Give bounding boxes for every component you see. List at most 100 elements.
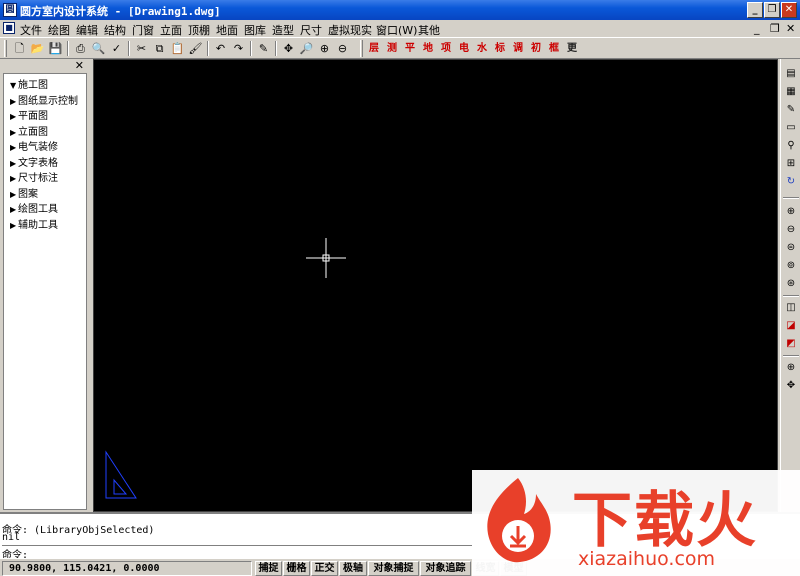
watermark-overlay: 下载火 xiazaihuo.com [472,470,800,576]
triangle-right-icon: ▶ [10,112,17,121]
minimize-button[interactable]: _ [747,2,763,18]
undo-icon[interactable]: ↶ [212,40,229,57]
menu-elevation[interactable]: 立面 [160,22,182,38]
print-preview-icon[interactable]: 🔍 [90,40,107,57]
triangle-right-icon: ▶ [10,97,17,106]
electric-tool-button[interactable]: 电 [459,40,473,57]
menu-dimension[interactable]: 尺寸 [300,22,322,38]
mdi-restore-button[interactable]: ❐ [770,22,780,35]
paste-icon[interactable]: 📋 [169,40,186,57]
menu-library[interactable]: 图库 [244,22,266,38]
copy-icon[interactable]: ⧉ [151,40,168,57]
toolbar-separator [783,295,799,297]
zoom-previous-icon[interactable]: ⊖ [334,40,351,57]
water-tool-button[interactable]: 水 [477,40,491,57]
pan-icon[interactable]: ✥ [280,40,297,57]
canvas-overlay [105,238,346,499]
menu-modeling[interactable]: 造型 [272,22,294,38]
viewport-icon[interactable]: ◫ [784,301,798,315]
adjust-tool-button[interactable]: 调 [513,40,527,57]
new-file-icon[interactable]: 🗋 [11,40,28,57]
panel-close-icon[interactable]: ✕ [75,59,84,72]
tree-item-pattern[interactable]: ▶ 图案 [10,185,38,200]
floor-tool-button[interactable]: 地 [423,40,437,57]
ucs-icon [105,450,137,499]
layer-manager-icon[interactable]: ▦ [784,85,798,99]
menu-structure[interactable]: 结构 [104,22,126,38]
zoom-dynamic-icon[interactable]: ⊛ [784,277,798,291]
drawing-canvas[interactable] [93,59,778,512]
menu-other[interactable]: 其他 [418,22,440,38]
menu-draw[interactable]: 绘图 [48,22,70,38]
snap-toggle[interactable]: 捕捉 [255,561,282,576]
osnap-toggle[interactable]: 对象捕捉 [368,561,419,576]
zoom-window-icon[interactable]: ⊕ [316,40,333,57]
layer-tool-button[interactable]: 层 [369,40,383,57]
open-folder-icon[interactable]: 📂 [29,40,46,57]
menu-file[interactable]: 文件 [20,22,42,38]
view-back-icon[interactable]: ◩ [784,337,798,351]
view-front-icon[interactable]: ◪ [784,319,798,333]
document-icon[interactable]: ■ [3,22,15,34]
ortho-toggle[interactable]: 正交 [311,561,338,576]
label-tool-button[interactable]: 标 [495,40,509,57]
zoom-extents-icon[interactable]: ⊚ [784,259,798,273]
coordinate-readout[interactable]: 90.9800, 115.0421, 0.0000 [2,561,252,576]
zoom-all-icon[interactable]: ⊜ [784,241,798,255]
redo-icon[interactable]: ↷ [230,40,247,57]
tree-item-text-table[interactable]: ▶ 文字表格 [10,154,58,169]
mdi-minimize-button[interactable]: _ [754,22,760,35]
app-icon[interactable]: 圆 [3,3,17,17]
menu-window[interactable]: 窗口(W) [376,22,417,38]
pen-icon[interactable]: ✎ [784,103,798,117]
tree-item-elevation[interactable]: ▶ 立面图 [10,123,48,138]
tree-item-draw-tools[interactable]: ▶ 绘图工具 [10,200,58,215]
spell-check-icon[interactable]: ✓ [108,40,125,57]
menu-virtual-reality[interactable]: 虚拟现实 [328,22,372,38]
view-icon[interactable]: ▭ [784,121,798,135]
toolbar-grip[interactable] [4,40,7,57]
pencil-icon[interactable]: ✎ [255,40,272,57]
menu-floor[interactable]: 地面 [216,22,238,38]
ceiling-tool-button[interactable]: 项 [441,40,455,57]
save-icon[interactable]: 💾 [47,40,64,57]
find-icon[interactable]: ⚲ [784,139,798,153]
tree-item-aux-tools[interactable]: ▶ 辅助工具 [10,216,58,231]
tree-item-plan[interactable]: ▶ 平面图 [10,107,48,122]
zoom-window-icon[interactable]: ⊕ [784,361,798,375]
polar-toggle[interactable]: 极轴 [339,561,367,576]
menu-doors-windows[interactable]: 门窗 [132,22,154,38]
refresh-icon[interactable]: ↻ [784,175,798,189]
zoom-in-icon[interactable]: ⊕ [784,205,798,219]
pan-icon[interactable]: ✥ [784,379,798,393]
properties-icon[interactable]: ▤ [784,67,798,81]
window-title: 圆方室内设计系统 - [Drawing1.dwg] [20,5,221,18]
close-button[interactable]: ✕ [781,2,797,18]
plan-tool-button[interactable]: 平 [405,40,419,57]
grid-toggle[interactable]: 栅格 [283,561,310,576]
tree-item-drawing-display[interactable]: ▶ 图纸显示控制 [10,92,78,107]
menu-edit[interactable]: 编辑 [76,22,98,38]
tree-item-construction[interactable]: ▼ 施工图 [10,76,48,91]
survey-tool-button[interactable]: 测 [387,40,401,57]
tree-item-dimension[interactable]: ▶ 尺寸标注 [10,169,58,184]
init-tool-button[interactable]: 初 [531,40,545,57]
zoom-out-icon[interactable]: ⊖ [784,223,798,237]
triangle-right-icon: ▶ [10,221,17,230]
cut-icon[interactable]: ✂ [133,40,150,57]
print-icon[interactable]: ⎙ [72,40,89,57]
toolbar-grip[interactable] [360,40,363,57]
match-properties-icon[interactable]: 🖌 [187,40,204,57]
grid-view-icon[interactable]: ⊞ [784,157,798,171]
mdi-close-button[interactable]: ✕ [786,22,795,35]
tree-item-electrical[interactable]: ▶ 电气装修 [10,138,58,153]
command-input[interactable]: 命令: [2,545,472,561]
menu-ceiling[interactable]: 顶棚 [188,22,210,38]
command-history-line: 命令: (LibraryObjSelected) [2,525,155,536]
otrack-toggle[interactable]: 对象追踪 [420,561,471,576]
zoom-realtime-icon[interactable]: 🔎 [298,40,315,57]
maximize-button[interactable]: ❐ [764,2,780,18]
tree-view: ▼ 施工图 ▶ 图纸显示控制 ▶ 平面图 ▶ 立面图 ▶ 电气装修 ▶ 文字表格 ▶ 尺寸标注… [3,73,87,510]
update-tool-button[interactable]: 更 [567,40,581,57]
frame-tool-button[interactable]: 框 [549,40,563,57]
